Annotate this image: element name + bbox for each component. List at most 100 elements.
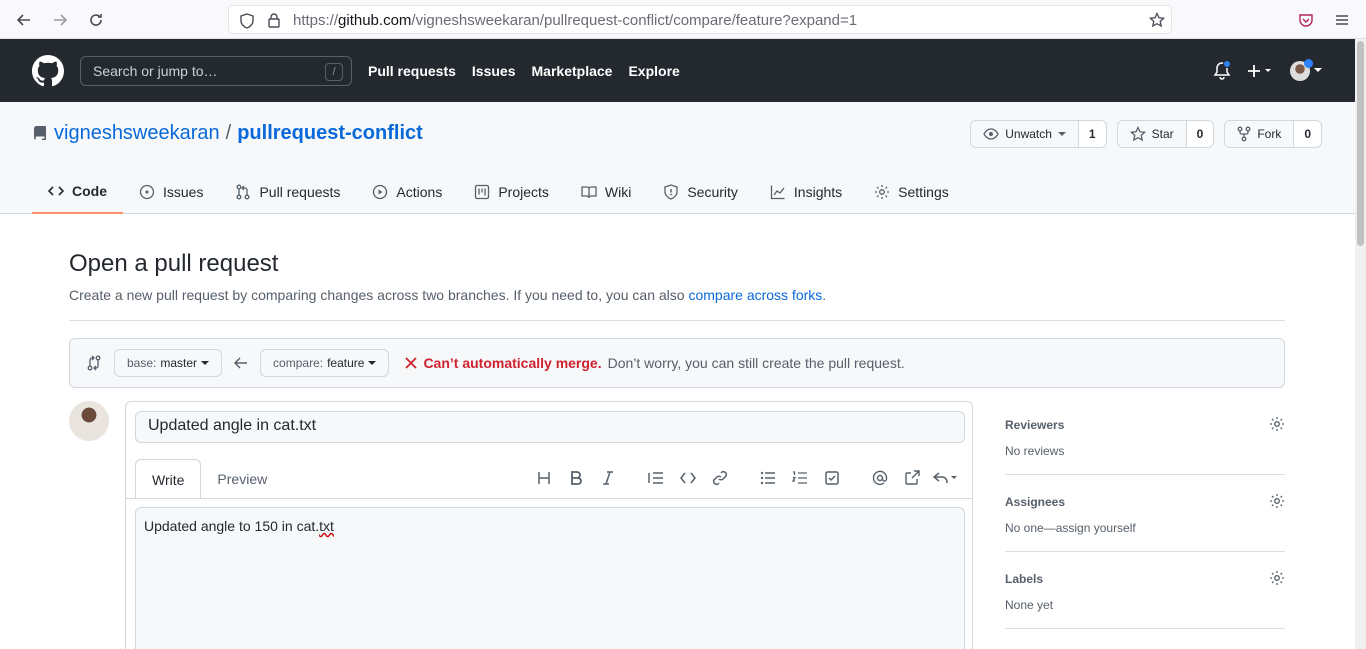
- labels-section: Labels None yet: [1005, 568, 1285, 629]
- pr-title-input[interactable]: Updated angle in cat.txt: [135, 411, 965, 443]
- project-icon: [475, 184, 490, 200]
- tab-insights-label: Insights: [793, 184, 843, 200]
- book-icon: [581, 186, 597, 199]
- search-input[interactable]: Search or jump to… /: [80, 56, 352, 86]
- reload-icon[interactable]: [84, 8, 108, 32]
- editor-divider: [126, 498, 972, 499]
- fork-count[interactable]: 0: [1294, 121, 1321, 147]
- x-icon: [405, 357, 418, 369]
- author-avatar: [69, 401, 109, 441]
- code-icon[interactable]: [672, 464, 704, 492]
- tab-pull-requests[interactable]: Pull requests: [219, 170, 356, 214]
- pr-body-textarea[interactable]: Updated angle to 150 in cat.txt: [135, 507, 965, 649]
- heading-icon[interactable]: [528, 464, 560, 492]
- tab-actions-label: Actions: [396, 184, 443, 200]
- tab-security-label: Security: [687, 184, 738, 200]
- editor-tabs: Write Preview: [135, 459, 283, 499]
- tab-security[interactable]: Security: [647, 170, 754, 214]
- gear-icon: [875, 185, 890, 199]
- base-value: master: [160, 356, 198, 370]
- tab-insights[interactable]: Insights: [754, 170, 858, 214]
- notifications-bell-icon[interactable]: [1213, 61, 1231, 81]
- bulleted-list-icon[interactable]: [752, 464, 784, 492]
- tab-settings[interactable]: Settings: [858, 170, 965, 214]
- arrow-left-icon: [234, 357, 248, 369]
- quote-icon[interactable]: [640, 464, 672, 492]
- compare-label: compare:: [273, 356, 324, 370]
- repo-title: vigneshsweekaran / pullrequest-conflict: [32, 122, 423, 145]
- assignees-section: Assignees No one—assign yourself: [1005, 491, 1285, 552]
- gear-icon[interactable]: [1269, 570, 1285, 586]
- cross-reference-icon[interactable]: [896, 464, 928, 492]
- repo-name-link[interactable]: pullrequest-conflict: [237, 122, 423, 145]
- page-subtitle: Create a new pull request by comparing c…: [69, 287, 1285, 321]
- issue-icon: [139, 184, 155, 200]
- nav-explore[interactable]: Explore: [628, 63, 679, 79]
- lock-icon[interactable]: [267, 12, 281, 28]
- star-count[interactable]: 0: [1187, 121, 1214, 147]
- watch-button[interactable]: Unwatch 1: [970, 120, 1107, 148]
- bookmark-star-icon[interactable]: [1149, 12, 1165, 28]
- repo-separator: /: [225, 122, 232, 144]
- italic-icon[interactable]: [592, 464, 624, 492]
- task-list-icon[interactable]: [816, 464, 848, 492]
- github-logo-icon[interactable]: [32, 55, 64, 87]
- fork-button[interactable]: Fork 0: [1224, 120, 1322, 148]
- tab-projects[interactable]: Projects: [458, 170, 565, 214]
- search-placeholder: Search or jump to…: [93, 63, 218, 79]
- subtitle-end: .: [822, 287, 827, 303]
- labels-title: Labels: [1005, 572, 1044, 586]
- subtitle-text: Create a new pull request by comparing c…: [69, 287, 689, 303]
- shield-icon[interactable]: [239, 13, 255, 29]
- tab-projects-label: Projects: [498, 184, 549, 200]
- tab-issues[interactable]: Issues: [123, 170, 219, 214]
- avatar-status-dot: [1304, 59, 1313, 68]
- tab-code[interactable]: Code: [32, 170, 123, 214]
- shield-icon: [664, 184, 678, 200]
- browser-toolbar: https://github.com/vigneshsweekaran/pull…: [0, 0, 1366, 39]
- nav-pull-requests[interactable]: Pull requests: [368, 63, 456, 79]
- assignees-value[interactable]: No one—assign yourself: [1005, 521, 1285, 535]
- star-icon: [1129, 126, 1146, 142]
- base-label: base:: [127, 356, 157, 370]
- scrollbar-thumb[interactable]: [1357, 41, 1364, 246]
- main-content: Open a pull request Create a new pull re…: [69, 214, 1285, 649]
- gear-icon[interactable]: [1269, 493, 1285, 509]
- play-icon: [373, 184, 388, 200]
- compare-across-forks-link[interactable]: compare across forks: [688, 287, 822, 303]
- create-new-plus-icon[interactable]: [1246, 63, 1274, 79]
- saved-replies-icon[interactable]: [928, 464, 964, 492]
- pr-sidebar: Reviewers No reviews Assignees No one—as…: [1005, 414, 1285, 645]
- repo-icon: [34, 125, 46, 140]
- page-scrollbar[interactable]: [1355, 39, 1366, 649]
- tab-actions[interactable]: Actions: [356, 170, 458, 214]
- numbered-list-icon[interactable]: [784, 464, 816, 492]
- pull-request-icon: [237, 184, 250, 200]
- pocket-icon[interactable]: [1294, 8, 1318, 32]
- merge-note: Don’t worry, you can still create the pu…: [607, 355, 905, 371]
- menu-icon[interactable]: [1330, 8, 1354, 32]
- fork-icon: [1237, 126, 1251, 142]
- forward-icon[interactable]: [48, 8, 72, 32]
- base-branch-select[interactable]: base: master: [114, 349, 223, 377]
- star-button[interactable]: Star 0: [1116, 120, 1215, 148]
- branch-range-editor: base: master compare: feature Can’t auto…: [69, 338, 1285, 388]
- compare-branch-select[interactable]: compare: feature: [260, 349, 390, 377]
- tab-wiki[interactable]: Wiki: [565, 170, 647, 214]
- back-icon[interactable]: [12, 8, 36, 32]
- nav-issues[interactable]: Issues: [472, 63, 516, 79]
- nav-marketplace[interactable]: Marketplace: [532, 63, 613, 79]
- repo-tabs: Code Issues Pull requests Actions Projec…: [32, 170, 965, 214]
- watch-count[interactable]: 1: [1079, 121, 1106, 147]
- gear-icon[interactable]: [1269, 416, 1285, 432]
- tab-preview[interactable]: Preview: [201, 459, 283, 499]
- tab-write[interactable]: Write: [135, 459, 202, 499]
- mention-icon[interactable]: [864, 464, 896, 492]
- chevron-down-icon[interactable]: [1313, 68, 1323, 74]
- graph-icon: [770, 185, 785, 200]
- url-bar[interactable]: https://github.com/vigneshsweekaran/pull…: [228, 5, 1172, 34]
- reviewers-value: No reviews: [1005, 444, 1065, 458]
- bold-icon[interactable]: [560, 464, 592, 492]
- repo-owner-link[interactable]: vigneshsweekaran: [54, 122, 220, 145]
- link-icon[interactable]: [704, 464, 736, 492]
